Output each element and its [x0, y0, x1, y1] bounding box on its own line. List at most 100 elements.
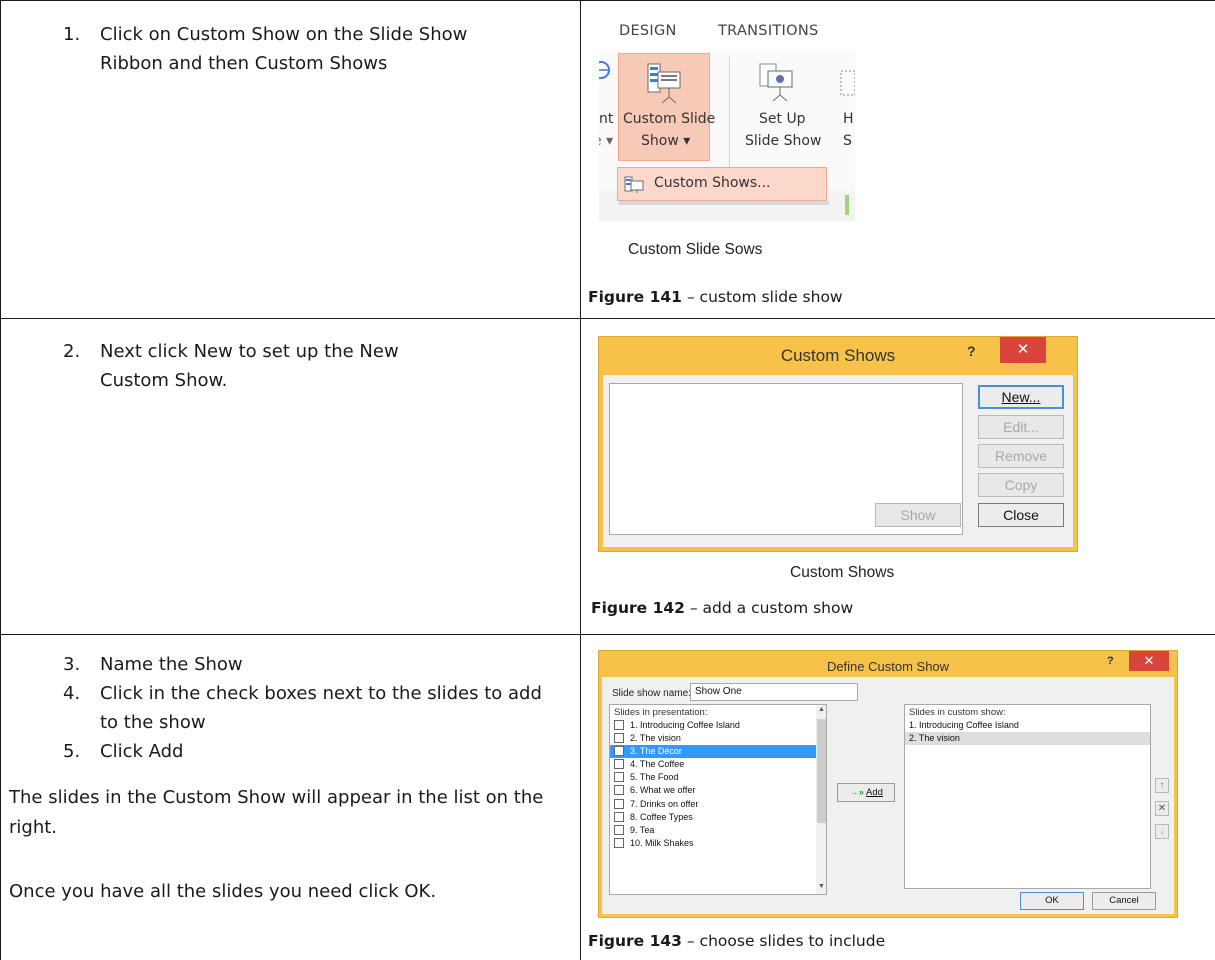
step-item: 5. Click Add [63, 737, 563, 766]
move-down-icon[interactable]: ↓ [1155, 824, 1169, 839]
slide-label: 7. Drinks on offer [630, 798, 699, 809]
partial-label-right-2: S [843, 133, 852, 149]
step-cell: 1. Click on Custom Show on the Slide Sho… [0, 0, 581, 319]
screenshot-caption: Custom Shows [790, 564, 895, 581]
remove-button[interactable]: Remove [978, 444, 1064, 468]
step-list: 1. Click on Custom Show on the Slide Sho… [63, 20, 533, 78]
slide-checkbox[interactable] [614, 837, 624, 848]
slide-checkbox[interactable] [614, 720, 624, 730]
list-item[interactable]: 9. Tea [610, 824, 826, 837]
partial-label-left-1: nt [599, 111, 614, 127]
tab-design[interactable]: DESIGN [619, 23, 677, 39]
list-item[interactable]: 4. The Coffee [610, 758, 826, 771]
ribbon-tabs: DESIGN TRANSITIONS [599, 15, 855, 51]
add-button[interactable]: →» Add [837, 783, 895, 802]
slides-in-custom-show-list[interactable]: Slides in custom show: 1. Introducing Co… [904, 704, 1151, 889]
edit-button[interactable]: Edit... [978, 415, 1064, 439]
figure-text: – custom slide show [681, 288, 843, 306]
slide-label: 5. The Food [630, 772, 679, 783]
step-text: Name the Show [100, 654, 243, 675]
slides-in-presentation-list[interactable]: Slides in presentation: 1. Introducing C… [609, 704, 827, 895]
list-item[interactable]: 1. Introducing Coffee Island [610, 719, 826, 732]
help-button[interactable]: ? [1107, 655, 1114, 667]
figure-cell: DESIGN TRANSITIONS nt ▾ Custom Slide Sho… [580, 0, 1215, 319]
screenshot-caption: Custom Slide Sows [628, 241, 763, 258]
step-number: 2. [63, 341, 81, 362]
slide-checkbox[interactable] [614, 759, 624, 770]
custom-shows-menu-item[interactable]: Custom Shows... [617, 167, 827, 201]
new-button[interactable]: New... [978, 385, 1064, 409]
figure-label: Figure 143 [588, 932, 682, 950]
tab-transitions[interactable]: TRANSITIONS [718, 23, 819, 39]
step-item: 1. Click on Custom Show on the Slide Sho… [63, 20, 533, 78]
scroll-down-icon[interactable]: ▼ [817, 883, 826, 890]
slide-checkbox[interactable]: ✔ [614, 746, 624, 757]
list-item[interactable]: ✔ 3. The Décor [610, 745, 826, 759]
help-button[interactable]: ? [967, 343, 976, 359]
close-icon[interactable]: ✕ [1000, 337, 1046, 363]
close-icon[interactable]: ✕ [1129, 651, 1169, 671]
slide-checkbox[interactable] [614, 785, 624, 796]
list-item[interactable]: 2. The vision [905, 732, 1150, 745]
list-item[interactable]: 1. Introducing Coffee Island [905, 719, 1150, 732]
move-up-icon[interactable]: ↑ [1155, 778, 1169, 793]
step-number: 5. [63, 741, 81, 762]
step-number: 3. [63, 654, 81, 675]
step-item: 4. Click in the check boxes next to the … [63, 679, 563, 737]
custom-shows-label: Custom Shows... [654, 175, 771, 191]
copy-button[interactable]: Copy [978, 473, 1064, 497]
custom-slide-show-icon [647, 63, 681, 104]
partial-label-right-1: H [843, 111, 854, 127]
slide-label: 1. Introducing Coffee Island [630, 720, 740, 730]
list-header: Slides in presentation: [614, 707, 708, 718]
slide-label: 3. The Décor [630, 746, 682, 757]
remove-slide-icon[interactable]: ✕ [1155, 801, 1169, 816]
paragraph: The slides in the Custom Show will appea… [9, 787, 544, 838]
step-item: 3. Name the Show [63, 650, 563, 679]
list-item[interactable]: 6. What we offer [610, 784, 826, 797]
close-button[interactable]: Close [978, 503, 1064, 527]
list-item[interactable]: 10. Milk Shakes [610, 837, 826, 850]
list-item[interactable]: 5. The Food [610, 771, 826, 784]
custom-shows-icon [624, 176, 644, 193]
ok-button[interactable]: OK [1020, 892, 1084, 910]
scrollbar[interactable]: ▲ ▼ [816, 705, 826, 894]
list-item[interactable]: 7. Drinks on offer [610, 798, 826, 811]
step-number: 4. [63, 683, 81, 704]
step-list: 2. Next click New to set up the New Cust… [63, 337, 443, 395]
instruction-table: 1. Click on Custom Show on the Slide Sho… [0, 0, 1215, 960]
step-text: Next click New to set up the New Custom … [100, 341, 399, 391]
custom-slide-show-label-1: Custom Slide [623, 111, 716, 127]
figure-text: – choose slides to include [681, 932, 886, 950]
step-text: Click on Custom Show on the Slide Show R… [100, 24, 468, 74]
slide-checkbox[interactable] [614, 798, 624, 809]
slide-checkbox[interactable] [614, 772, 624, 783]
step-item: 2. Next click New to set up the New Cust… [63, 337, 443, 395]
list-header: Slides in custom show: [909, 707, 1006, 718]
step-cell: 2. Next click New to set up the New Cust… [0, 318, 581, 635]
add-arrow-icon: →» [849, 787, 864, 798]
globe-icon [599, 61, 610, 79]
slide-checkbox[interactable] [614, 811, 624, 822]
paragraph: Once you have all the slides you need cl… [9, 881, 437, 902]
ribbon-separator [729, 57, 730, 172]
slide-checkbox[interactable] [614, 733, 624, 744]
scroll-up-icon[interactable]: ▲ [817, 706, 826, 713]
cancel-button[interactable]: Cancel [1092, 892, 1156, 910]
set-up-label-2[interactable]: Slide Show [745, 133, 821, 149]
figure-label: Figure 141 [588, 288, 682, 306]
list-item[interactable]: 8. Coffee Types [610, 811, 826, 824]
new-button-label: New... [1001, 389, 1041, 405]
green-accent [845, 195, 849, 215]
slide-rows: 1. Introducing Coffee Island 2. The visio… [610, 719, 826, 850]
table-row: 3. Name the Show 4. Click in the check b… [0, 634, 1215, 960]
dialog-body: New... Edit... Remove Copy Show Close [603, 375, 1073, 547]
slide-show-name-input[interactable]: Show One [690, 683, 858, 701]
show-button[interactable]: Show [875, 503, 961, 527]
set-up-label-1[interactable]: Set Up [759, 111, 806, 127]
table-row: 2. Next click New to set up the New Cust… [0, 318, 1215, 635]
slide-label: 8. Coffee Types [630, 811, 693, 822]
list-item[interactable]: 2. The vision [610, 732, 826, 745]
scroll-thumb[interactable] [817, 719, 826, 823]
slide-checkbox[interactable] [614, 824, 624, 835]
